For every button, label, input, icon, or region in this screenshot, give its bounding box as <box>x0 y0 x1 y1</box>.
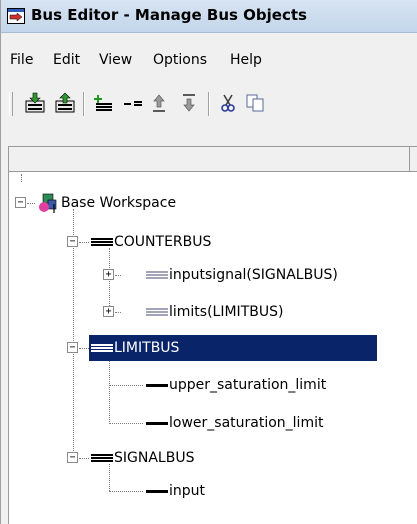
move-down-icon[interactable] <box>177 91 201 115</box>
menu-options[interactable]: Options <box>153 52 207 68</box>
workspace-icon <box>37 192 59 214</box>
tree-node-limitbus[interactable]: LIMITBUS <box>89 335 377 361</box>
tree-label: lower_saturation_limit <box>169 415 324 431</box>
tree-connector <box>115 312 121 313</box>
tree-label: Base Workspace <box>61 195 177 211</box>
tree-connector <box>109 385 143 386</box>
tree-node-signalbus[interactable]: SIGNALBUS <box>91 447 194 469</box>
tree-label: COUNTERBUS <box>114 234 212 250</box>
menu-help[interactable]: Help <box>230 52 262 68</box>
expander-base-workspace[interactable]: − <box>15 197 26 208</box>
signal-icon <box>146 383 168 387</box>
tree-label: upper_saturation_limit <box>169 377 327 393</box>
bus-editor-window: Bus Editor - Manage Bus Objects File Edi… <box>0 0 417 524</box>
cut-icon[interactable] <box>216 91 240 115</box>
move-up-icon[interactable] <box>147 91 171 115</box>
bus-tree-panel[interactable]: − Base Workspace − COUNTERBUS + inputsig… <box>8 172 417 524</box>
expander-limits[interactable]: + <box>103 306 114 317</box>
tree-connector <box>21 174 22 182</box>
tree-node-lower-saturation-limit[interactable]: lower_saturation_limit <box>146 412 323 434</box>
expander-inputsignal[interactable]: + <box>103 269 114 280</box>
menu-file[interactable]: File <box>10 52 33 68</box>
tree-connector <box>79 348 89 349</box>
toolbar <box>1 84 417 124</box>
tree-connector <box>27 203 35 204</box>
expander-counterbus[interactable]: − <box>67 236 78 247</box>
expander-signalbus[interactable]: − <box>67 452 78 463</box>
toolbar-separator <box>83 92 85 116</box>
signal-icon <box>146 421 168 425</box>
tree-label: inputsignal(SIGNALBUS) <box>169 267 338 283</box>
tree-connector <box>109 491 143 492</box>
bus-icon <box>91 453 113 463</box>
tree-label: input <box>169 483 206 499</box>
tree-connector <box>79 458 89 459</box>
menu-bar: File Edit View Options Help <box>1 52 417 82</box>
signal-icon <box>146 489 168 493</box>
add-bus-icon[interactable] <box>91 91 115 115</box>
tree-label: SIGNALBUS <box>114 450 195 466</box>
bus-editor-app-icon <box>7 8 25 24</box>
tree-label: LIMITBUS <box>114 340 180 356</box>
tree-connector <box>79 242 89 243</box>
bus-icon <box>91 237 113 247</box>
tree-label: limits(LIMITBUS) <box>169 304 284 320</box>
tree-node-base-workspace[interactable]: Base Workspace <box>39 192 176 214</box>
tree-node-input[interactable]: input <box>146 480 205 502</box>
menu-edit[interactable]: Edit <box>53 52 80 68</box>
bus-icon <box>146 307 168 317</box>
tree-connector <box>115 275 121 276</box>
tree-node-limits[interactable]: limits(LIMITBUS) <box>146 301 283 323</box>
tree-connector <box>109 248 110 312</box>
tree-connector <box>109 354 110 424</box>
import-icon[interactable] <box>23 91 47 115</box>
toolbar-grip[interactable] <box>9 92 13 116</box>
tree-node-counterbus[interactable]: COUNTERBUS <box>91 231 211 253</box>
copy-icon[interactable] <box>244 91 268 115</box>
window-title: Bus Editor - Manage Bus Objects <box>31 6 307 24</box>
add-element-icon[interactable] <box>121 91 145 115</box>
tree-header-bar[interactable] <box>8 146 417 172</box>
title-bar[interactable]: Bus Editor - Manage Bus Objects <box>1 0 417 33</box>
bus-icon <box>146 270 168 280</box>
toolbar-separator <box>208 92 210 116</box>
tree-node-inputsignal[interactable]: inputsignal(SIGNALBUS) <box>146 264 338 286</box>
tree-node-upper-saturation-limit[interactable]: upper_saturation_limit <box>146 374 326 396</box>
bus-icon <box>91 343 113 353</box>
tree-connector <box>109 423 143 424</box>
menu-view[interactable]: View <box>99 52 132 68</box>
export-icon[interactable] <box>53 91 77 115</box>
header-divider <box>409 147 410 171</box>
expander-limitbus[interactable]: − <box>67 342 78 353</box>
